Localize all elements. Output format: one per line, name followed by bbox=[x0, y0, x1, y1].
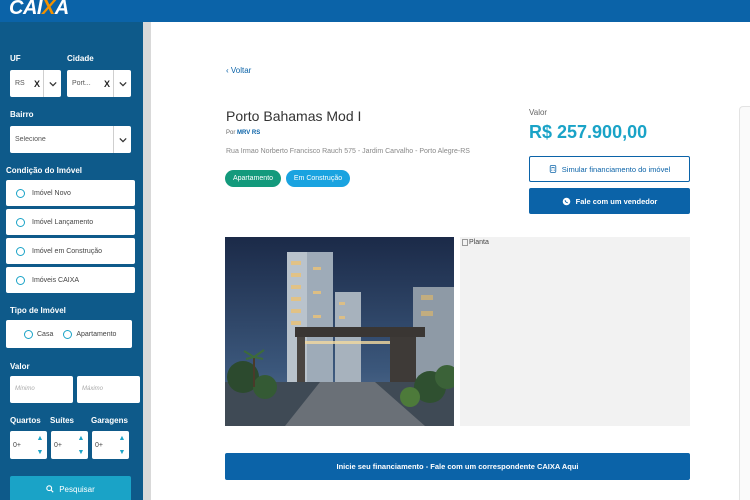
por-prefix: Por bbox=[226, 130, 236, 136]
chevron-down-icon[interactable]: ▼ bbox=[37, 449, 44, 456]
garagens-stepper[interactable]: 0+ ▲ ▼ bbox=[92, 431, 129, 459]
property-title: Porto Bahamas Mod I bbox=[226, 108, 362, 124]
quartos-label: Quartos bbox=[10, 416, 41, 425]
chevron-up-icon[interactable]: ▲ bbox=[119, 435, 126, 442]
bairro-label: Bairro bbox=[10, 110, 34, 119]
condicao-option-label: Imóvel Lançamento bbox=[32, 218, 94, 226]
search-button[interactable]: Pesquisar bbox=[10, 476, 131, 500]
vendor-label: Fale com um vendedor bbox=[575, 196, 658, 206]
calculator-icon bbox=[549, 165, 556, 173]
radio-icon[interactable] bbox=[16, 217, 25, 227]
sidebar-scrollbar[interactable] bbox=[143, 22, 151, 500]
tipo-option-label: Casa bbox=[37, 330, 54, 338]
uf-select[interactable]: RS X bbox=[10, 70, 61, 97]
radio-icon[interactable] bbox=[24, 329, 33, 339]
chevron-up-icon[interactable]: ▲ bbox=[37, 435, 44, 442]
simulate-label: Simular financiamento do imóvel bbox=[561, 164, 671, 174]
broken-image-icon bbox=[462, 239, 468, 246]
condicao-option-label: Imóveis CAIXA bbox=[32, 276, 80, 284]
uf-clear-button[interactable]: X bbox=[31, 79, 43, 89]
radio-icon[interactable] bbox=[16, 246, 25, 256]
garagens-value: 0+ bbox=[95, 441, 103, 449]
chevron-down-icon[interactable] bbox=[113, 70, 131, 97]
builder-line: Por MRV RS bbox=[226, 130, 260, 136]
bairro-value: Selecione bbox=[15, 136, 46, 143]
chevron-down-icon[interactable]: ▼ bbox=[119, 449, 126, 456]
back-link[interactable]: ‹ Voltar bbox=[226, 66, 251, 75]
property-price: R$ 257.900,00 bbox=[529, 122, 648, 142]
uf-value: RS bbox=[15, 80, 25, 87]
condicao-option-novo[interactable]: Imóvel Novo bbox=[6, 180, 135, 206]
simulate-financing-button[interactable]: Simular financiamento do imóvel bbox=[529, 156, 690, 182]
start-financing-button[interactable]: Inicie seu financiamento - Fale com um c… bbox=[225, 453, 690, 480]
condicao-label: Condição do Imóvel bbox=[6, 166, 83, 175]
valor-min-input[interactable]: Mínimo bbox=[10, 376, 73, 403]
cidade-select[interactable]: Port... X bbox=[67, 70, 131, 97]
uf-label: UF bbox=[10, 54, 21, 63]
status-badge: Em Construção bbox=[286, 170, 350, 187]
tipo-option-label: Apartamento bbox=[76, 330, 117, 338]
valor-max-input[interactable]: Máximo bbox=[77, 376, 140, 403]
builder-link[interactable]: MRV RS bbox=[237, 130, 260, 136]
chevron-down-icon[interactable] bbox=[113, 126, 131, 153]
whatsapp-icon bbox=[562, 197, 570, 205]
property-address: Rua Irmao Norberto Francisco Rauch 575 -… bbox=[226, 148, 470, 155]
tipo-label: Tipo de Imóvel bbox=[10, 306, 66, 315]
quartos-value: 0+ bbox=[13, 441, 21, 449]
radio-icon[interactable] bbox=[63, 329, 73, 339]
type-badge: Apartamento bbox=[225, 170, 281, 187]
condicao-option-caixa[interactable]: Imóveis CAIXA bbox=[6, 267, 135, 293]
floorplan-image[interactable]: Planta bbox=[460, 237, 690, 426]
cidade-clear-button[interactable]: X bbox=[101, 79, 113, 89]
quartos-stepper[interactable]: 0+ ▲ ▼ bbox=[10, 431, 47, 459]
garagens-label: Garagens bbox=[91, 416, 128, 425]
condicao-option-lancamento[interactable]: Imóvel Lançamento bbox=[6, 209, 135, 235]
caixa-logo[interactable]: CAIXA bbox=[9, 0, 69, 20]
tipo-imovel-group: Casa Apartamento bbox=[6, 320, 132, 348]
valor-label: Valor bbox=[10, 362, 30, 371]
condicao-option-label: Imóvel em Construção bbox=[32, 247, 103, 255]
search-button-label: Pesquisar bbox=[59, 484, 95, 494]
contact-vendor-button[interactable]: Fale com um vendedor bbox=[529, 188, 690, 214]
radio-icon[interactable] bbox=[16, 275, 25, 285]
bairro-select[interactable]: Selecione bbox=[10, 126, 131, 153]
suites-value: 0+ bbox=[54, 441, 62, 449]
cidade-value: Port... bbox=[72, 80, 91, 87]
price-label: Valor bbox=[529, 108, 548, 117]
suites-stepper[interactable]: 0+ ▲ ▼ bbox=[51, 431, 88, 459]
search-icon bbox=[46, 485, 54, 493]
tipo-option-apartamento[interactable]: Apartamento bbox=[63, 329, 117, 339]
floorplan-alt-text: Planta bbox=[469, 239, 489, 246]
cidade-label: Cidade bbox=[67, 54, 94, 63]
condicao-option-label: Imóvel Novo bbox=[32, 189, 71, 197]
chevron-down-icon[interactable]: ▼ bbox=[78, 449, 85, 456]
tipo-option-casa[interactable]: Casa bbox=[24, 329, 54, 339]
suites-label: Suítes bbox=[50, 416, 75, 425]
broken-image-placeholder: Planta bbox=[462, 239, 489, 246]
back-label: Voltar bbox=[230, 66, 252, 75]
top-header: CAIXA bbox=[0, 0, 750, 22]
chevron-up-icon[interactable]: ▲ bbox=[78, 435, 85, 442]
property-photo[interactable] bbox=[225, 237, 454, 426]
chevron-down-icon[interactable] bbox=[43, 70, 61, 97]
condicao-option-construcao[interactable]: Imóvel em Construção bbox=[6, 238, 135, 264]
radio-icon[interactable] bbox=[16, 188, 25, 198]
page-scrollbar[interactable] bbox=[739, 106, 750, 500]
